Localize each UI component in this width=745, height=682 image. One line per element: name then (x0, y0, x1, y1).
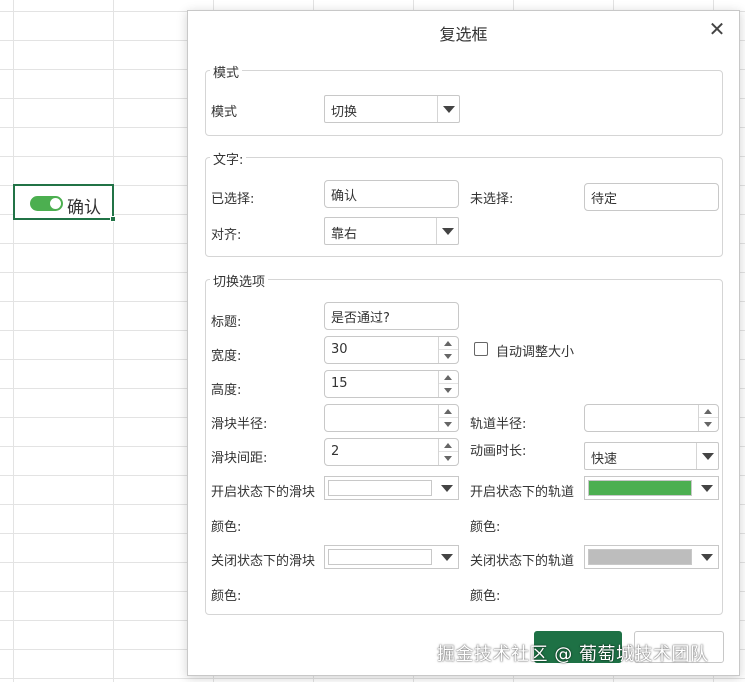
spin-up-icon[interactable] (439, 337, 458, 350)
text-group-legend: 文字: (210, 149, 247, 168)
chevron-down-icon[interactable] (696, 443, 718, 469)
align-select[interactable]: 靠右 (324, 217, 459, 245)
chevron-down-icon[interactable] (696, 477, 718, 499)
width-value: 30 (331, 342, 348, 357)
animation-select-value: 快速 (591, 452, 618, 467)
off-slider-color-label-suffix: 颜色: (211, 589, 242, 604)
on-slider-color-picker[interactable] (324, 476, 459, 500)
slider-gap-label: 滑块间距: (211, 451, 268, 466)
off-track-color-label: 关闭状态下的轨道 (470, 554, 575, 569)
spin-buttons (438, 439, 458, 465)
watermark-text: 掘金技术社区 @ 葡萄城技术团队 (437, 644, 709, 665)
width-spinner[interactable]: 30 (324, 336, 459, 364)
track-radius-spinner[interactable] (584, 404, 719, 432)
height-spinner[interactable]: 15 (324, 370, 459, 398)
autosize-label: 自动调整大小 (496, 345, 575, 360)
spin-buttons (438, 371, 458, 397)
toggle-knob (50, 198, 61, 209)
spin-down-icon[interactable] (439, 384, 458, 397)
on-track-color-picker[interactable] (584, 476, 719, 500)
spin-down-icon[interactable] (439, 350, 458, 363)
align-label: 对齐: (211, 228, 242, 243)
slider-gap-spinner[interactable]: 2 (324, 438, 459, 466)
spin-up-icon[interactable] (439, 405, 458, 418)
chevron-down-icon[interactable] (436, 546, 458, 568)
checked-text-input[interactable]: 确认 (324, 180, 459, 208)
title-label: 标题: (211, 315, 242, 330)
on-slider-color-label: 开启状态下的滑块 (211, 485, 316, 500)
selected-cell[interactable]: 确认 (13, 184, 116, 222)
off-track-color-swatch (588, 549, 692, 565)
toggle-options-legend: 切换选项 (210, 271, 269, 290)
spin-buttons (438, 337, 458, 363)
height-value: 15 (331, 376, 348, 391)
unchecked-text-input[interactable]: 待定 (584, 183, 719, 211)
slider-radius-spinner[interactable] (324, 404, 459, 432)
chevron-down-icon[interactable] (437, 96, 459, 122)
checkbox-dialog: 复选框 ✕ 模式 模式 切换 文字: 已选择: 确认 未选择: 待定 对齐: 靠… (187, 10, 740, 676)
chevron-down-icon[interactable] (436, 477, 458, 499)
toggle-options-group: 切换选项 标题: 是否通过? 宽度: 30 自动调整大小 高度: 15 滑块半径… (205, 271, 723, 615)
unchecked-label: 未选择: (470, 192, 514, 207)
spin-buttons (698, 405, 718, 431)
align-select-value: 靠右 (331, 227, 358, 242)
off-track-color-label-suffix: 颜色: (470, 589, 501, 604)
off-slider-color-picker[interactable] (324, 545, 459, 569)
spin-up-icon[interactable] (699, 405, 718, 418)
title-input[interactable]: 是否通过? (324, 302, 459, 330)
mode-label: 模式 (211, 105, 238, 120)
on-slider-color-label-suffix: 颜色: (211, 520, 242, 535)
height-label: 高度: (211, 383, 242, 398)
width-label: 宽度: (211, 349, 242, 364)
spin-down-icon[interactable] (439, 418, 458, 431)
spin-up-icon[interactable] (439, 371, 458, 384)
off-slider-color-swatch (328, 549, 432, 565)
autosize-checkbox[interactable] (474, 342, 488, 356)
spin-down-icon[interactable] (699, 418, 718, 431)
mode-select-value: 切换 (331, 105, 358, 120)
chevron-down-icon[interactable] (696, 546, 718, 568)
mode-group: 模式 模式 切换 (205, 62, 723, 136)
spin-buttons (438, 405, 458, 431)
track-radius-label: 轨道半径: (470, 417, 527, 432)
on-slider-color-swatch (328, 480, 432, 496)
text-group: 文字: 已选择: 确认 未选择: 待定 对齐: 靠右 (205, 149, 723, 257)
close-icon[interactable]: ✕ (707, 19, 727, 39)
off-slider-color-label: 关闭状态下的滑块 (211, 554, 316, 569)
off-track-color-picker[interactable] (584, 545, 719, 569)
mode-select[interactable]: 切换 (324, 95, 460, 123)
cell-text: 确认 (67, 198, 101, 218)
checked-label: 已选择: (211, 192, 255, 207)
on-track-color-label: 开启状态下的轨道 (470, 485, 575, 500)
on-track-color-label-suffix: 颜色: (470, 520, 501, 535)
chevron-down-icon[interactable] (436, 218, 458, 244)
dialog-title: 复选框 (439, 25, 488, 44)
mode-group-legend: 模式 (210, 62, 243, 81)
animation-select[interactable]: 快速 (584, 442, 719, 470)
spin-up-icon[interactable] (439, 439, 458, 452)
slider-radius-label: 滑块半径: (211, 417, 268, 432)
on-track-color-swatch (588, 480, 692, 496)
fill-handle[interactable] (110, 216, 116, 222)
toggle-switch-preview[interactable] (30, 196, 63, 211)
slider-gap-value: 2 (331, 444, 340, 459)
spin-down-icon[interactable] (439, 452, 458, 465)
animation-label: 动画时长: (470, 444, 527, 459)
